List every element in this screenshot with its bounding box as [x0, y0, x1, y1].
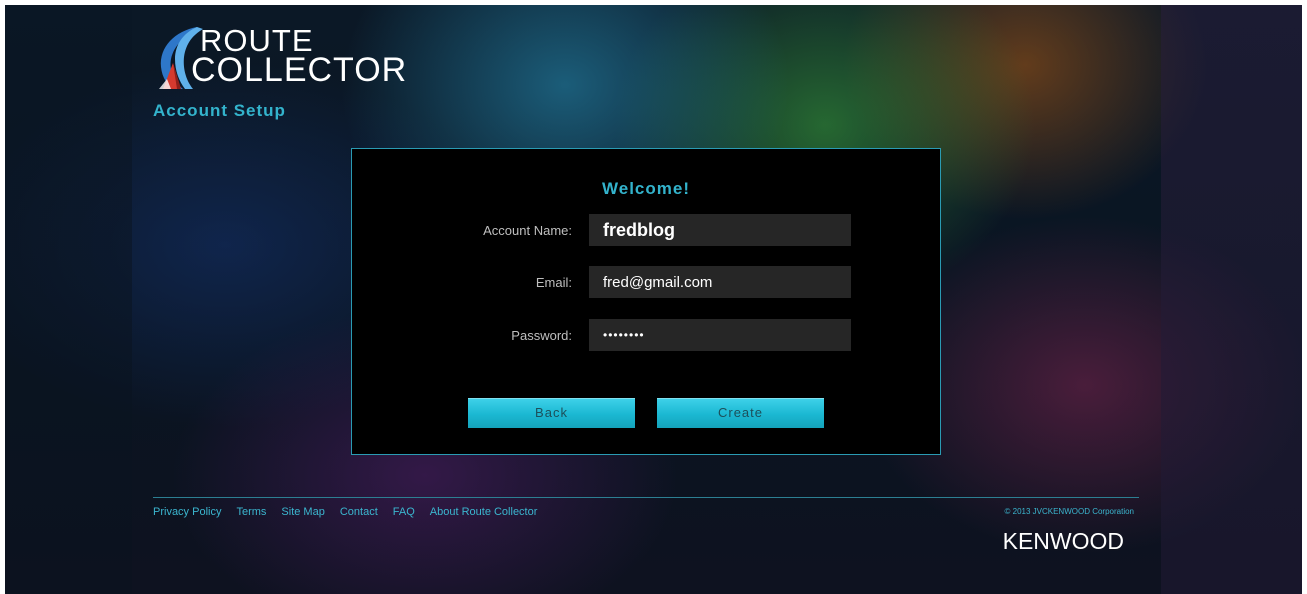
footer-link-contact[interactable]: Contact — [340, 506, 378, 518]
footer-link-about[interactable]: About Route Collector — [430, 506, 538, 518]
footer-link-privacy-policy[interactable]: Privacy Policy — [153, 506, 221, 518]
email-label: Email: — [535, 275, 572, 290]
footer-divider — [153, 497, 1139, 498]
right-side-column — [1161, 5, 1302, 594]
footer-link-site-map[interactable]: Site Map — [281, 506, 324, 518]
footer-link-faq[interactable]: FAQ — [393, 506, 415, 518]
password-row: Password: •••••••• — [352, 319, 940, 351]
account-name-row: Account Name: fredblog — [352, 214, 940, 246]
left-side-column — [5, 5, 132, 594]
email-field[interactable]: fred@gmail.com — [589, 266, 851, 298]
route-collector-logo[interactable]: ROUTE COLLECTOR — [153, 23, 406, 91]
kenwood-brand-logo[interactable]: KENWOOD — [1003, 528, 1124, 555]
create-button[interactable]: Create — [657, 398, 824, 428]
logo-text-collector: COLLECTOR — [191, 51, 408, 89]
copyright-text: © 2013 JVCKENWOOD Corporation — [1004, 507, 1135, 516]
password-label: Password: — [511, 328, 572, 343]
page-viewport: ROUTE COLLECTOR Account Setup Welcome! A… — [5, 5, 1302, 594]
page-title: Account Setup — [153, 101, 286, 120]
back-button[interactable]: Back — [468, 398, 635, 428]
account-name-label: Account Name: — [483, 223, 572, 238]
account-name-field[interactable]: fredblog — [589, 214, 851, 246]
account-setup-panel: Welcome! Account Name: fredblog Email: f… — [351, 148, 941, 455]
footer-links: Privacy Policy Terms Site Map Contact FA… — [153, 506, 552, 518]
email-row: Email: fred@gmail.com — [352, 266, 940, 298]
password-field[interactable]: •••••••• — [589, 319, 851, 351]
welcome-heading: Welcome! — [602, 179, 690, 198]
footer-link-terms[interactable]: Terms — [236, 506, 266, 518]
